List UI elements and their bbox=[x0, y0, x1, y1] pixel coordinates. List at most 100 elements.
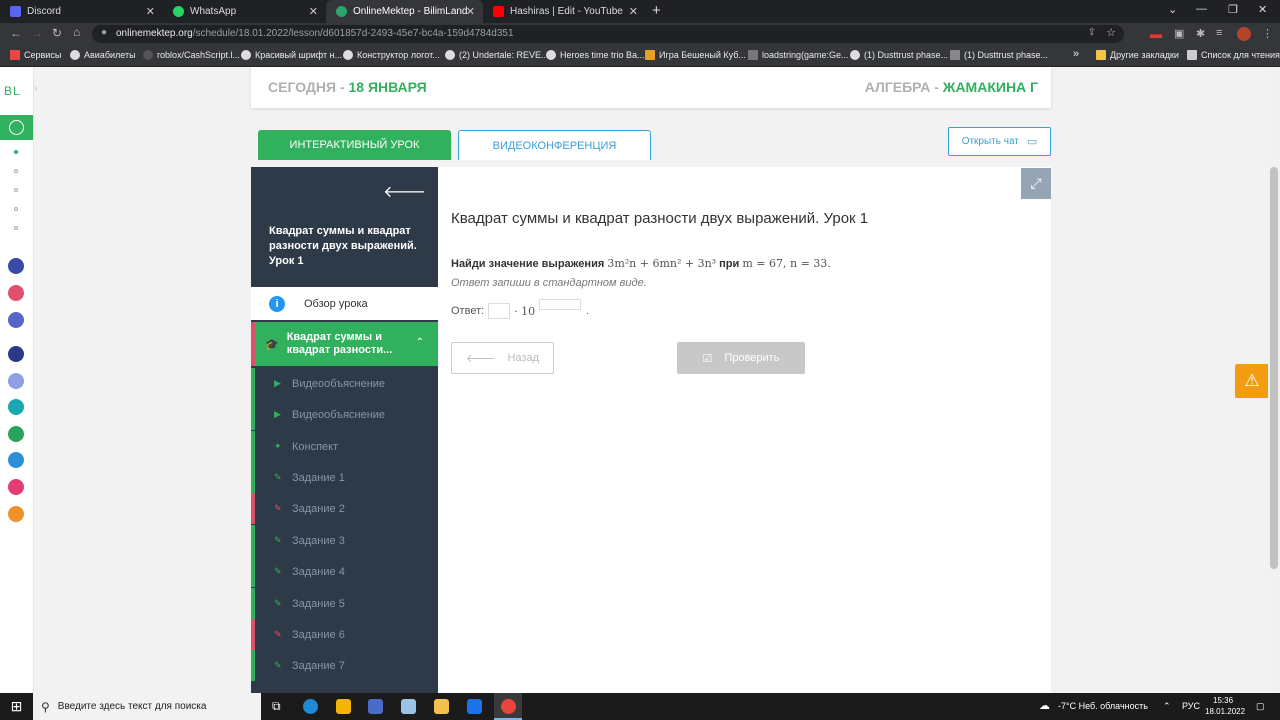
expand-icon[interactable]: ⤢ bbox=[1021, 168, 1051, 199]
chevron-up-icon[interactable]: ⌃ bbox=[416, 337, 424, 348]
notifications-icon[interactable]: ▢ bbox=[1256, 701, 1265, 712]
app-icon[interactable] bbox=[8, 258, 24, 274]
sidebar-item-task-5[interactable]: ✎ Задание 5 bbox=[251, 588, 438, 619]
scrollbar-thumb[interactable] bbox=[1270, 167, 1278, 569]
bookmark-item[interactable]: loadstring(game:Ge... bbox=[748, 50, 849, 60]
chevron-right-icon[interactable]: › bbox=[34, 83, 38, 95]
sidebar-item-task-3[interactable]: ✎ Задание 3 bbox=[251, 525, 438, 556]
store-icon[interactable] bbox=[336, 699, 351, 714]
rail-dot[interactable] bbox=[14, 207, 18, 211]
forward-icon[interactable]: → bbox=[31, 26, 43, 40]
bookmarks-overflow[interactable]: » bbox=[1073, 48, 1079, 60]
extension-icon[interactable]: ▣ bbox=[1174, 27, 1184, 40]
exponent-input[interactable] bbox=[539, 299, 582, 310]
close-icon[interactable]: ✕ bbox=[466, 5, 475, 18]
taskbar-search[interactable]: ⚲ Введите здесь текст для поиска bbox=[33, 693, 261, 720]
home-icon[interactable]: ⌂ bbox=[73, 25, 80, 39]
start-button[interactable]: ⊞ bbox=[0, 693, 33, 720]
new-tab-button[interactable]: + bbox=[652, 2, 661, 19]
sidebar-item-video-1[interactable]: ▶ Видеообъяснение bbox=[251, 368, 438, 399]
bookmark-item[interactable]: Красивый шрифт н... bbox=[241, 50, 342, 60]
arrow-left-icon[interactable]: 🡐 bbox=[383, 181, 426, 202]
avatar[interactable] bbox=[1237, 27, 1251, 41]
bookmark-apps[interactable]: Сервисы bbox=[10, 50, 61, 60]
bilimland-logo[interactable]: BL bbox=[4, 84, 21, 98]
tab-video-conference[interactable]: ВИДЕОКОНФЕРЕНЦИЯ bbox=[458, 130, 651, 160]
app-icon[interactable] bbox=[8, 479, 24, 495]
app-icon[interactable] bbox=[8, 346, 24, 362]
scrollbar[interactable] bbox=[1268, 67, 1280, 693]
tab-search-icon[interactable]: ⌄ bbox=[1168, 3, 1177, 16]
sidebar-item-task-6[interactable]: ✎ Задание 6 bbox=[251, 619, 438, 650]
sidebar-item-task-1[interactable]: ✎ Задание 1 bbox=[251, 462, 438, 493]
tab-discord[interactable]: Discord ✕ bbox=[0, 0, 163, 23]
mantissa-input[interactable] bbox=[488, 303, 511, 319]
rail-active-item[interactable] bbox=[0, 115, 33, 140]
weather-text[interactable]: -7°C Неб. облачность bbox=[1058, 701, 1148, 711]
bookmark-item[interactable]: (1) Dusttrust phase... bbox=[850, 50, 948, 60]
sidebar-item-video-2[interactable]: ▶ Видеообъяснение bbox=[251, 399, 438, 430]
app-icon[interactable] bbox=[8, 373, 24, 389]
extension-icon[interactable]: ▬ bbox=[1150, 27, 1162, 41]
app-icon[interactable] bbox=[401, 699, 416, 714]
bookmark-item[interactable]: (2) Undertale: REVE... bbox=[445, 50, 549, 60]
chrome-taskbar-button[interactable] bbox=[494, 693, 522, 720]
close-icon[interactable]: ✕ bbox=[629, 5, 638, 18]
back-button[interactable]: 🡐 Назад bbox=[451, 342, 554, 374]
sidebar-item-task-4[interactable]: ✎ Задание 4 bbox=[251, 556, 438, 587]
bookmark-item[interactable]: Авиабилеты bbox=[70, 50, 136, 60]
close-icon[interactable]: ✕ bbox=[309, 5, 318, 18]
menu-icon[interactable]: ⋮ bbox=[1262, 27, 1273, 40]
sidebar-item-summary[interactable]: ✦ Конспект bbox=[251, 431, 438, 462]
rail-dot[interactable] bbox=[14, 226, 18, 230]
tray-chevron-icon[interactable]: ⌃ bbox=[1163, 701, 1171, 712]
mail-icon[interactable] bbox=[467, 699, 482, 714]
sidebar-section-active[interactable]: 🎓 Квадрат суммы и квадрат разности... ⌃ bbox=[251, 322, 438, 366]
app-icon[interactable] bbox=[8, 426, 24, 442]
address-bar[interactable]: ● onlinemektep.org/schedule/18.01.2022/l… bbox=[92, 25, 1124, 43]
puzzle-icon[interactable]: ✱ bbox=[1196, 27, 1205, 40]
language-indicator[interactable]: РУС bbox=[1182, 701, 1200, 711]
tab-whatsapp[interactable]: WhatsApp ✕ bbox=[163, 0, 326, 23]
reload-icon[interactable]: ↻ bbox=[52, 26, 62, 40]
clock-date[interactable]: 18.01.2022 bbox=[1205, 707, 1245, 716]
sidebar-item-task-2[interactable]: ✎ Задание 2 bbox=[251, 493, 438, 524]
clock-time[interactable]: 15:36 bbox=[1213, 696, 1233, 705]
back-icon[interactable]: ← bbox=[10, 26, 22, 40]
other-bookmarks[interactable]: Другие закладки bbox=[1096, 50, 1179, 60]
rail-dot[interactable] bbox=[14, 169, 18, 173]
rail-dot[interactable] bbox=[14, 150, 18, 154]
task-view-icon[interactable]: ⧉ bbox=[272, 699, 281, 714]
edge-icon[interactable] bbox=[303, 699, 318, 714]
weather-icon[interactable]: ☁ bbox=[1039, 699, 1050, 712]
app-icon[interactable] bbox=[8, 399, 24, 415]
rail-dot[interactable] bbox=[14, 188, 18, 192]
bookmark-item[interactable]: Heroes time trio Ba... bbox=[546, 50, 645, 60]
sidebar-item-overview[interactable]: i Обзор урока bbox=[251, 287, 438, 320]
app-icon[interactable] bbox=[368, 699, 383, 714]
star-icon[interactable]: ☆ bbox=[1106, 26, 1116, 39]
file-explorer-icon[interactable] bbox=[434, 699, 449, 714]
app-icon[interactable] bbox=[8, 506, 24, 522]
media-icon[interactable]: ≡ bbox=[1216, 27, 1222, 39]
close-window-button[interactable]: ✕ bbox=[1258, 3, 1267, 16]
open-chat-button[interactable]: Открыть чат ▭ bbox=[948, 127, 1051, 156]
app-icon[interactable] bbox=[8, 312, 24, 328]
close-icon[interactable]: ✕ bbox=[146, 5, 155, 18]
bookmark-item[interactable]: roblox/CashScript.l... bbox=[143, 50, 240, 60]
check-button[interactable]: ☑ Проверить bbox=[677, 342, 805, 374]
app-icon[interactable] bbox=[8, 285, 24, 301]
share-icon[interactable]: ⇪ bbox=[1088, 27, 1096, 38]
tab-onlinemektep[interactable]: OnlineMektep - BilimLand ✕ bbox=[326, 0, 483, 23]
bookmark-item[interactable]: Игра Бешеный Куб... bbox=[645, 50, 746, 60]
report-warning-button[interactable]: ⚠ bbox=[1235, 364, 1269, 398]
bookmark-item[interactable]: Конструктор логот... bbox=[343, 50, 440, 60]
reading-list[interactable]: Список для чтения bbox=[1187, 50, 1280, 60]
restore-button[interactable]: ❐ bbox=[1228, 3, 1238, 16]
tab-youtube[interactable]: Hashiras | Edit - YouTube ✕ bbox=[483, 0, 646, 23]
sidebar-item-task-7[interactable]: ✎ Задание 7 bbox=[251, 650, 438, 681]
tab-interactive-lesson[interactable]: ИНТЕРАКТИВНЫЙ УРОК bbox=[258, 130, 451, 160]
bookmark-item[interactable]: (1) Dusttrust phase... bbox=[950, 50, 1048, 60]
app-icon[interactable] bbox=[8, 452, 24, 468]
minimize-button[interactable]: — bbox=[1196, 3, 1207, 15]
